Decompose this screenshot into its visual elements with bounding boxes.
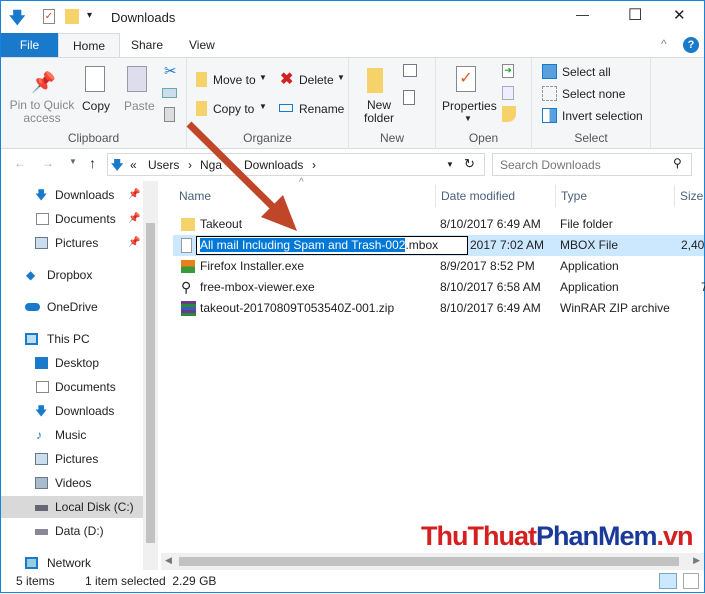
details-view-button[interactable] [659, 573, 677, 589]
watermark-part: PhanMem [535, 521, 658, 551]
arrow-shaft [186, 121, 280, 214]
large-icons-view-button[interactable] [683, 573, 699, 589]
watermark-part: ThuThuat [421, 521, 537, 551]
annotation-arrow [186, 121, 297, 231]
watermark: ThuThuatPhanMem.vn [421, 521, 694, 552]
item-count: 5 items [16, 574, 55, 588]
selection-info: 1 item selected 2.29 GB [85, 574, 217, 588]
status-bar: 5 items 1 item selected 2.29 GB [1, 570, 704, 592]
watermark-part: .vn [656, 521, 694, 551]
